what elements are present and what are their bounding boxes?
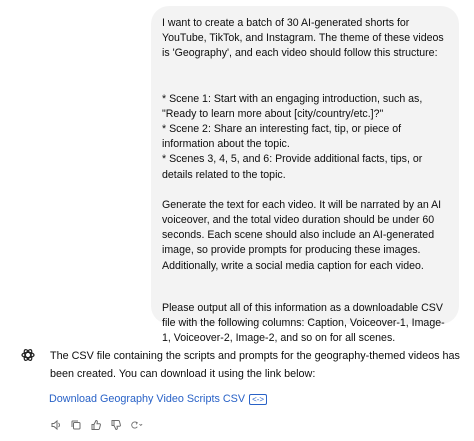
- copy-icon[interactable]: [69, 418, 83, 432]
- code-icon: <->: [249, 393, 268, 405]
- message-action-bar: [49, 418, 143, 432]
- thumbs-down-icon[interactable]: [109, 418, 123, 432]
- user-message-paragraph-1: I want to create a batch of 30 AI-genera…: [162, 17, 447, 60]
- regenerate-icon[interactable]: [129, 418, 143, 432]
- user-message-paragraph-3: Generate the text for each video. It wil…: [162, 198, 445, 272]
- thumbs-up-icon[interactable]: [89, 418, 103, 432]
- read-aloud-icon[interactable]: [49, 418, 63, 432]
- assistant-message-text: The CSV file containing the scripts and …: [50, 350, 460, 380]
- user-message-paragraph-4: Please output all of this information as…: [162, 301, 446, 345]
- user-message-bubble: I want to create a batch of 30 AI-genera…: [151, 6, 459, 344]
- assistant-logo-icon: [20, 347, 36, 363]
- download-link-label: Download Geography Video Scripts CSV: [49, 393, 246, 405]
- download-csv-link[interactable]: Download Geography Video Scripts CSV <->: [49, 393, 268, 405]
- user-message-paragraph-2: * Scene 1: Start with an engaging introd…: [162, 92, 423, 181]
